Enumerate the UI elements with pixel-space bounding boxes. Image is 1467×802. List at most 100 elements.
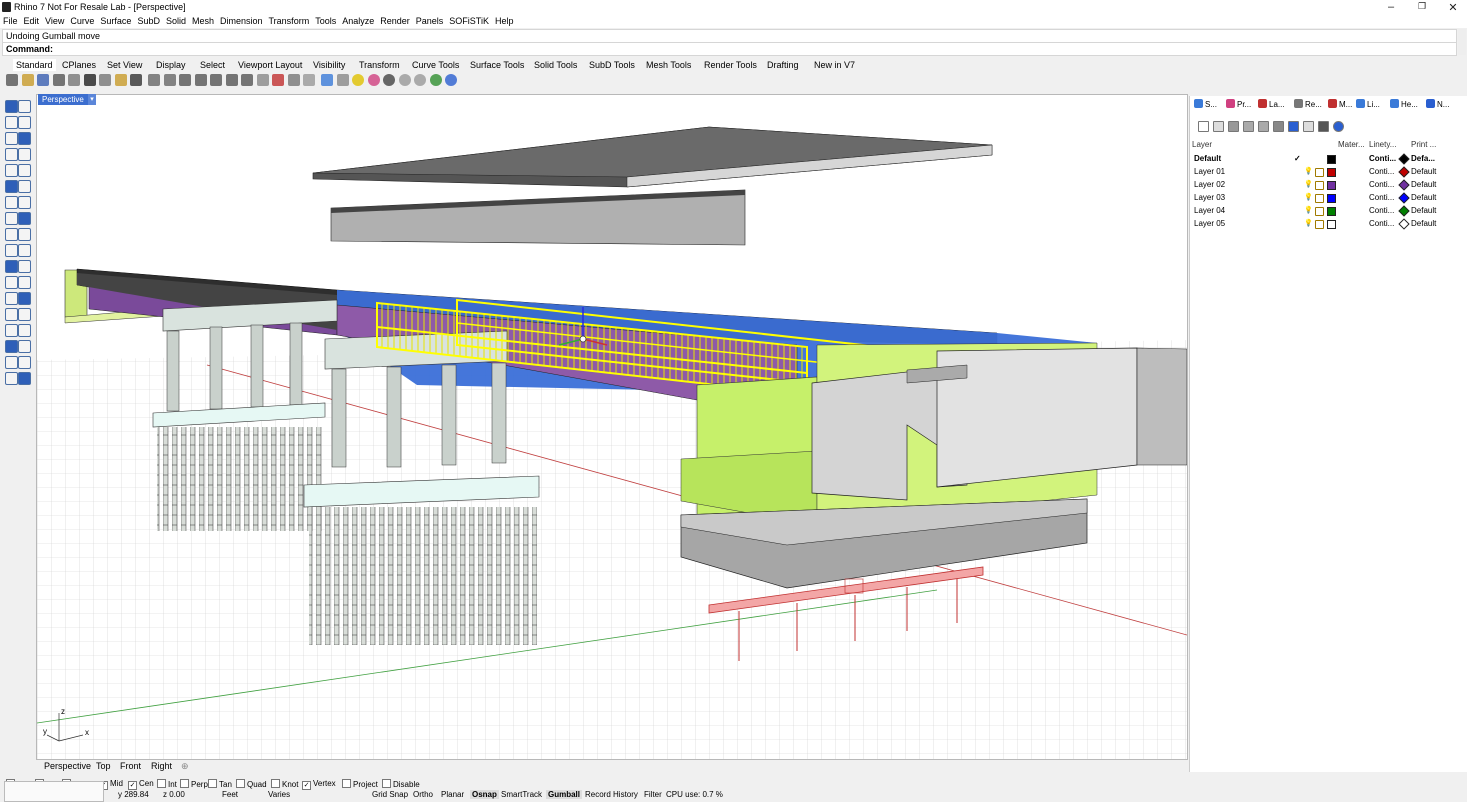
zoom-window-icon[interactable] <box>194 74 207 86</box>
status-record-history[interactable]: Record History <box>585 790 638 799</box>
extrude-icon[interactable] <box>5 180 18 193</box>
layer-row[interactable]: Layer 01 💡 Conti... Default <box>1190 166 1467 179</box>
layer-linetype[interactable]: Conti... <box>1369 154 1396 163</box>
select-pointer-icon[interactable] <box>5 100 18 113</box>
print-color-icon[interactable] <box>1398 218 1410 230</box>
move-icon[interactable] <box>5 276 18 289</box>
fillet-icon[interactable] <box>18 212 31 225</box>
viewport-scene[interactable] <box>37 95 1187 759</box>
toolbar-tab-render-tools[interactable]: Render Tools <box>704 59 757 71</box>
new-file-icon[interactable] <box>6 74 18 86</box>
toolbar-tab-drafting[interactable]: Drafting <box>767 59 799 71</box>
layer-name[interactable]: Layer 05 <box>1194 219 1225 228</box>
join-icon[interactable] <box>18 244 31 257</box>
visibility-bulb-icon[interactable]: 💡 <box>1304 180 1313 188</box>
copy-obj-icon[interactable] <box>18 276 31 289</box>
new-sublayer-icon[interactable] <box>1213 121 1224 132</box>
toolbar-tab-curve-tools[interactable]: Curve Tools <box>412 59 459 71</box>
menu-analyze[interactable]: Analyze <box>342 15 374 28</box>
light-icon[interactable] <box>352 74 364 86</box>
osnap-project[interactable]: Project <box>342 779 378 789</box>
layer-print-width[interactable]: Default <box>1411 180 1436 189</box>
restore-button[interactable]: ❐ <box>1412 1 1432 12</box>
move-up-icon[interactable] <box>1243 121 1254 132</box>
layer-color-swatch[interactable] <box>1327 207 1336 216</box>
arc-icon[interactable] <box>18 132 31 145</box>
lock-icon[interactable] <box>1315 168 1324 177</box>
world-icon[interactable] <box>429 74 442 86</box>
layer-name[interactable]: Layer 02 <box>1194 180 1225 189</box>
menu-dimension[interactable]: Dimension <box>220 15 263 28</box>
print-icon[interactable] <box>52 74 65 86</box>
status-planar[interactable]: Planar <box>441 790 464 799</box>
layer-row[interactable]: Layer 02 💡 Conti... Default <box>1190 179 1467 192</box>
layer-linetype[interactable]: Conti... <box>1369 167 1394 176</box>
dimension-icon[interactable] <box>5 324 18 337</box>
menu-panels[interactable]: Panels <box>416 15 444 28</box>
box-icon[interactable] <box>18 180 31 193</box>
lock-icon[interactable] <box>1315 207 1324 216</box>
menu-curve[interactable]: Curve <box>70 15 94 28</box>
osnap-disable[interactable]: Disable <box>382 779 420 789</box>
layer-color-swatch[interactable] <box>1327 181 1336 190</box>
layer-print-width[interactable]: Default <box>1411 219 1436 228</box>
layer-row[interactable]: Layer 05 💡 Conti... Default <box>1190 218 1467 231</box>
rotate-view-icon[interactable] <box>163 74 176 86</box>
open-icon[interactable] <box>21 74 34 86</box>
split-icon[interactable] <box>5 244 18 257</box>
menu-sofistik[interactable]: SOFiSTiK <box>449 15 489 28</box>
print-layer-icon[interactable] <box>1303 121 1314 132</box>
toolbar-tab-mesh-tools[interactable]: Mesh Tools <box>646 59 691 71</box>
group-icon[interactable] <box>18 260 31 273</box>
lock-icon[interactable] <box>1315 220 1324 229</box>
header-layer[interactable]: Layer <box>1192 140 1212 149</box>
help-icon[interactable] <box>445 74 457 86</box>
viewport-menu-dropdown-icon[interactable]: ▾ <box>88 94 96 105</box>
perspective-viewport[interactable]: z y x <box>36 94 1188 760</box>
trim-icon[interactable] <box>18 228 31 241</box>
osnap-checkbox[interactable]: ✓ <box>128 781 137 790</box>
render-icon[interactable] <box>383 74 395 86</box>
boolean-icon[interactable] <box>5 212 18 225</box>
osnap-cen[interactable]: ✓ Cen <box>128 779 154 790</box>
menu-subd[interactable]: SubD <box>137 15 160 28</box>
scale-icon[interactable] <box>18 292 31 305</box>
layer-name[interactable]: Layer 03 <box>1194 193 1225 202</box>
osnap-checkbox[interactable] <box>342 779 351 788</box>
curve-icon[interactable] <box>5 148 18 161</box>
point-icon[interactable] <box>18 100 31 113</box>
zoom-selected-icon[interactable] <box>225 74 238 86</box>
move-down-icon[interactable] <box>1258 121 1269 132</box>
save-icon[interactable] <box>37 74 49 86</box>
delete-layer-icon[interactable] <box>1228 121 1239 132</box>
minimize-button[interactable]: – <box>1381 1 1401 13</box>
menu-tools[interactable]: Tools <box>315 15 336 28</box>
new-layer-icon[interactable] <box>1198 121 1209 132</box>
lock-icon[interactable] <box>1315 194 1324 203</box>
four-view-icon[interactable] <box>272 74 284 86</box>
layer-print-width[interactable]: Default <box>1411 206 1436 215</box>
command-scrollbar[interactable] <box>1458 29 1466 55</box>
layer-color-swatch[interactable] <box>1327 194 1336 203</box>
polygon-icon[interactable] <box>5 164 18 177</box>
analyze-icon[interactable] <box>5 356 18 369</box>
viewport-tab-right[interactable]: Right <box>151 761 172 771</box>
close-button[interactable]: ✕ <box>1443 1 1463 14</box>
panel-tab-render[interactable]: Pr... <box>1226 99 1251 111</box>
rotate-icon[interactable] <box>5 292 18 305</box>
pan-icon[interactable] <box>148 74 160 86</box>
rectangle-icon[interactable] <box>18 148 31 161</box>
layer-color-swatch[interactable] <box>1327 168 1336 177</box>
osnap-checkbox[interactable] <box>157 779 166 788</box>
layer-status[interactable]: Varies <box>268 790 290 799</box>
paint-icon[interactable] <box>18 372 31 385</box>
layer-linetype[interactable]: Conti... <box>1369 180 1394 189</box>
layer-row[interactable]: Default ✓ Conti... Defa... <box>1190 153 1467 166</box>
lock-icon[interactable] <box>336 74 349 86</box>
menu-help[interactable]: Help <box>495 15 514 28</box>
menu-surface[interactable]: Surface <box>100 15 131 28</box>
osnap-checkbox[interactable] <box>382 779 391 788</box>
header-material[interactable]: Mater... <box>1338 140 1365 149</box>
array-icon[interactable] <box>5 308 18 321</box>
panel-tab-layers[interactable]: La... <box>1258 99 1285 111</box>
